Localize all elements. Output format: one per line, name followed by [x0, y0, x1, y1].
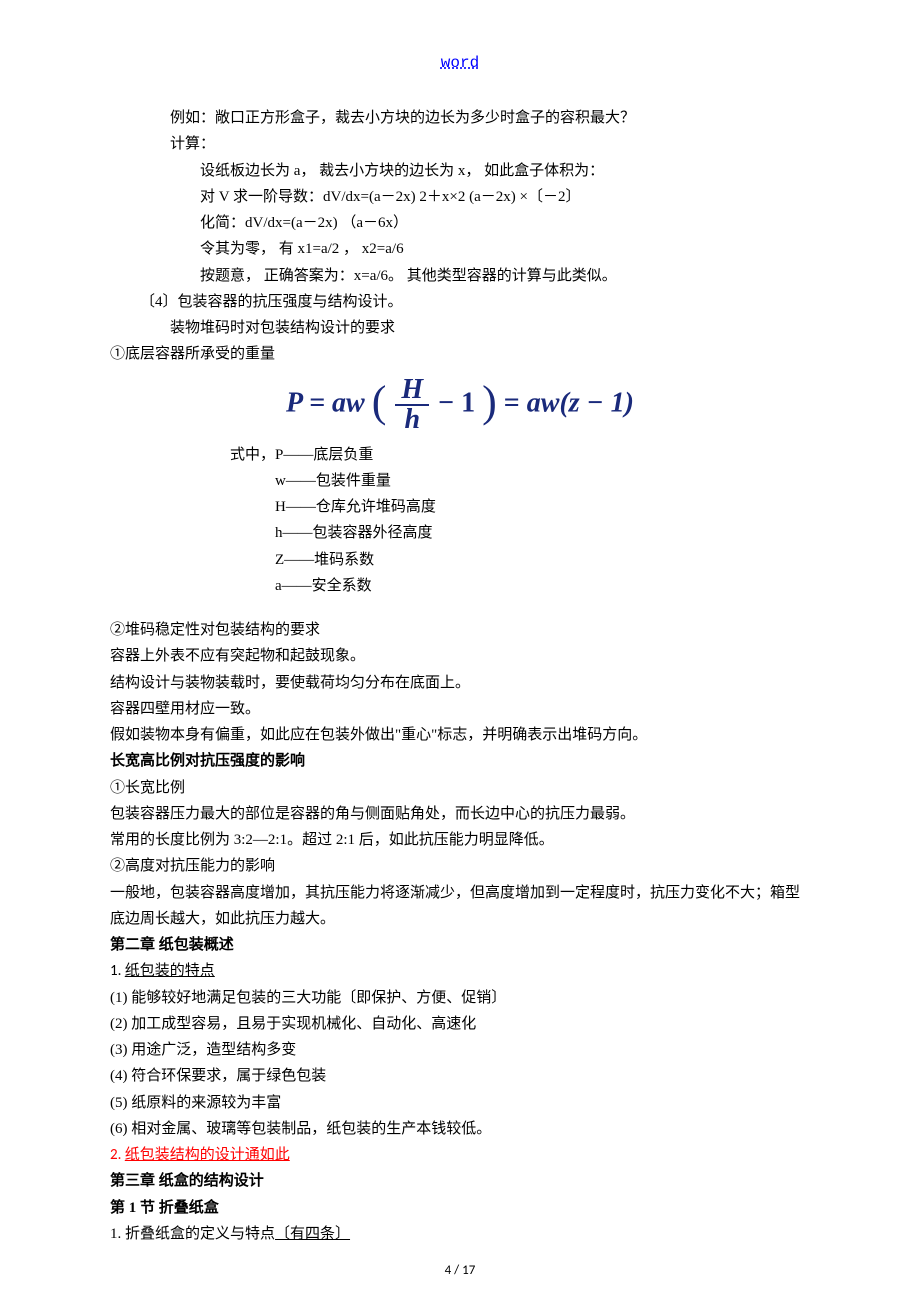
def-line: Z——堆码系数 [110, 547, 810, 573]
text-line: 设纸板边长为 a， 裁去小方块的边长为 x， 如此盒子体积为： [110, 158, 810, 184]
page-number: 4 / 17 [0, 1260, 920, 1282]
text-line: (2) 加工成型容易，且易于实现机械化、自动化、高速化 [110, 1011, 810, 1037]
formula-left: P = aw [286, 387, 365, 418]
text-line: 按题意， 正确答案为：x=a/6。 其他类型容器的计算与此类似。 [110, 263, 810, 289]
heading: 第二章 纸包装概述 [110, 932, 810, 958]
text-line: ②堆码稳定性对包装结构的要求 [110, 617, 810, 643]
paren-close: ) [482, 384, 497, 419]
item-text: 纸包装的特点 [125, 963, 215, 979]
document-page: word 例如：敞口正方形盒子，裁去小方块的边长为多少时盒子的容积最大？ 计算：… [0, 0, 920, 1302]
heading: 长宽高比例对抗压强度的影响 [110, 748, 810, 774]
formula-eq: = [504, 387, 527, 418]
text-line: 计算： [110, 131, 810, 157]
def-line: a——安全系数 [110, 573, 810, 599]
text-line: 假如装物本身有偏重，如此应在包装外做出"重心"标志，并明确表示出堆码方向。 [110, 722, 810, 748]
item-note: 〔有四条〕 [275, 1226, 350, 1242]
text-line: ①长宽比例 [110, 775, 810, 801]
text-line: 包装容器压力最大的部位是容器的角与侧面贴角处，而长边中心的抗压力最弱。 [110, 801, 810, 827]
text-line: ①底层容器所承受的重量 [110, 341, 810, 367]
def-line: H——仓库允许堆码高度 [110, 494, 810, 520]
list-item: 1. 纸包装的特点 [110, 958, 810, 984]
text-line: (6) 相对金属、玻璃等包装制品，纸包装的生产本钱较低。 [110, 1116, 810, 1142]
header-word-label: word [110, 50, 810, 77]
formula-right: aw(z − 1) [527, 387, 634, 418]
formula-minus-1: − 1 [438, 387, 475, 418]
fraction-num: H [395, 376, 429, 406]
formula: P = aw ( H h − 1 ) = aw(z − 1) [110, 376, 810, 434]
text-line: 化简：dV/dx=(a－2x) （a－6x） [110, 210, 810, 236]
text-line: 装物堆码时对包装结构设计的要求 [110, 315, 810, 341]
text-line: 结构设计与装物装载时，要使载荷均匀分布在底面上。 [110, 670, 810, 696]
text-line: 例如：敞口正方形盒子，裁去小方块的边长为多少时盒子的容积最大？ [110, 105, 810, 131]
heading: 第三章 纸盒的结构设计 [110, 1168, 810, 1194]
text-line: (3) 用途广泛，造型结构多变 [110, 1037, 810, 1063]
list-item: 2. 纸包装结构的设计通如此 [110, 1142, 810, 1168]
text-line: 令其为零， 有 x1=a/2 ， x2=a/6 [110, 236, 810, 262]
def-line: w——包装件重量 [110, 468, 810, 494]
text-line: 〔4〕包装容器的抗压强度与结构设计。 [110, 289, 810, 315]
item-number: 1. [110, 962, 125, 980]
document-body: 例如：敞口正方形盒子，裁去小方块的边长为多少时盒子的容积最大？ 计算： 设纸板边… [110, 105, 810, 1247]
text-line: (1) 能够较好地满足包装的三大功能〔即保护、方便、促销〕 [110, 985, 810, 1011]
text-line: ②高度对抗压能力的影响 [110, 853, 810, 879]
item-text: 纸包装结构的设计通如此 [125, 1147, 290, 1163]
text-line: 容器上外表不应有突起物和起鼓现象。 [110, 643, 810, 669]
text-line: 对 V 求一阶导数：dV/dx=(a－2x) 2＋x×2 (a－2x) ×〔－2… [110, 184, 810, 210]
paren-open: ( [372, 384, 387, 419]
item-number: 2. [110, 1146, 125, 1164]
blank-line [110, 599, 810, 617]
fraction-den: h [395, 406, 429, 434]
item-text: 1. 折叠纸盒的定义与特点 [110, 1226, 275, 1242]
text-line: 容器四壁用材应一致。 [110, 696, 810, 722]
def-line: h——包装容器外径高度 [110, 520, 810, 546]
text-line: (4) 符合环保要求，属于绿色包装 [110, 1063, 810, 1089]
heading: 第 1 节 折叠纸盒 [110, 1195, 810, 1221]
definition-list: 式中，P——底层负重 w——包装件重量 H——仓库允许堆码高度 h——包装容器外… [110, 442, 810, 600]
fraction: H h [395, 376, 429, 434]
text-line: (5) 纸原料的来源较为丰富 [110, 1090, 810, 1116]
list-item: 1. 折叠纸盒的定义与特点〔有四条〕 [110, 1221, 810, 1247]
text-line: 一般地，包装容器高度增加，其抗压能力将逐渐减少，但高度增加到一定程度时，抗压力变… [110, 880, 810, 933]
text-line: 常用的长度比例为 3:2—2:1。超过 2:1 后，如此抗压能力明显降低。 [110, 827, 810, 853]
def-line: 式中，P——底层负重 [110, 442, 810, 468]
